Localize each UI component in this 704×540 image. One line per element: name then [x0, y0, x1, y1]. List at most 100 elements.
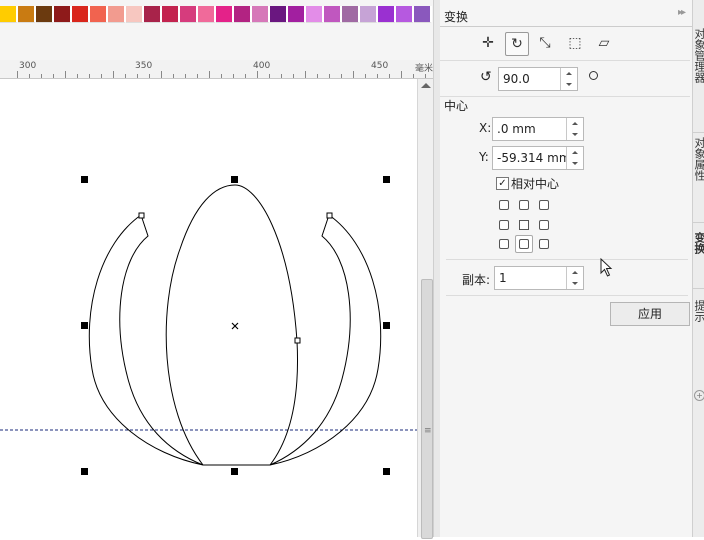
center-y-spinner[interactable]	[566, 147, 583, 169]
spin-down-arrow-icon[interactable]	[567, 129, 583, 140]
selection-handle-top[interactable]	[231, 176, 238, 183]
palette-swatch[interactable]	[90, 6, 108, 23]
selection-handle-left[interactable]	[81, 322, 88, 329]
palette-swatch[interactable]	[360, 6, 378, 23]
spin-up-arrow-icon[interactable]	[567, 147, 583, 158]
right-petal-shape[interactable]	[269, 214, 382, 466]
palette-swatch[interactable]	[162, 6, 180, 23]
spin-down-arrow-icon[interactable]	[561, 79, 577, 90]
divider	[446, 259, 688, 260]
palette-swatch[interactable]	[342, 6, 360, 23]
selection-handle-top-left[interactable]	[81, 176, 88, 183]
palette-swatch[interactable]	[396, 6, 414, 23]
rotation-angle-input[interactable]: 90.0	[498, 67, 578, 91]
palette-swatch[interactable]	[324, 6, 342, 23]
selection-handle-bottom-right[interactable]	[383, 468, 390, 475]
lotus-drawing[interactable]	[0, 79, 417, 537]
anchor-middle-right[interactable]	[539, 220, 549, 230]
palette-swatch[interactable]	[0, 6, 18, 23]
palette-swatch[interactable]	[252, 6, 270, 23]
ruler-tick	[113, 71, 114, 78]
selection-handle-right[interactable]	[383, 322, 390, 329]
position-button[interactable]: ✛	[477, 32, 499, 54]
palette-swatch[interactable]	[126, 6, 144, 23]
palette-swatch[interactable]	[198, 6, 216, 23]
docker-collapse-icon[interactable]: ▸▸	[678, 7, 686, 18]
palette-swatch[interactable]	[108, 6, 126, 23]
palette-swatch[interactable]	[378, 6, 396, 23]
palette-swatch[interactable]	[216, 6, 234, 23]
skew-button[interactable]: ▱	[593, 32, 615, 54]
ruler-tick	[341, 74, 342, 78]
color-palette[interactable]	[0, 6, 432, 26]
palette-swatch[interactable]	[414, 6, 432, 23]
scroll-grip-icon: ≡	[424, 426, 432, 436]
ruler-tick	[245, 74, 246, 78]
anchor-top-left[interactable]	[499, 200, 509, 210]
palette-swatch[interactable]	[306, 6, 324, 23]
tab-object-properties[interactable]: 对象属性	[693, 137, 704, 217]
anchor-middle-left[interactable]	[499, 220, 509, 230]
docker-title: 变换	[444, 10, 469, 24]
palette-swatch[interactable]	[144, 6, 162, 23]
divider	[693, 222, 704, 223]
palette-swatch[interactable]	[270, 6, 288, 23]
copies-value[interactable]: 1	[495, 267, 566, 289]
anchor-bottom-left[interactable]	[499, 239, 509, 249]
rotate-button[interactable]: ↻	[505, 32, 529, 56]
scale-button[interactable]: ⤡	[534, 32, 556, 54]
ruler-tick	[185, 74, 186, 78]
spin-down-arrow-icon[interactable]	[567, 278, 583, 289]
center-y-input[interactable]: -59.314 mm	[492, 146, 584, 170]
anchor-center[interactable]	[519, 220, 529, 230]
node-handle[interactable]	[138, 212, 145, 219]
ruler-tick	[209, 71, 210, 78]
node-handle[interactable]	[294, 337, 301, 344]
spin-up-arrow-icon[interactable]	[561, 68, 577, 79]
center-x-value[interactable]: .0 mm	[493, 118, 566, 140]
spin-down-arrow-icon[interactable]	[567, 158, 583, 169]
add-tab-icon[interactable]: +	[694, 390, 704, 401]
scroll-up-arrow-icon[interactable]	[421, 83, 431, 88]
center-y-value[interactable]: -59.314 mm	[493, 147, 566, 169]
palette-swatch[interactable]	[288, 6, 306, 23]
center-marker-icon[interactable]	[231, 322, 239, 330]
node-handle[interactable]	[326, 212, 333, 219]
palette-swatch[interactable]	[18, 6, 36, 23]
rotation-spinner[interactable]	[560, 68, 577, 90]
center-petal-shape[interactable]	[165, 184, 298, 466]
rotation-angle-value[interactable]: 90.0	[499, 68, 560, 90]
size-button[interactable]: ⬚	[564, 32, 586, 54]
palette-swatch[interactable]	[180, 6, 198, 23]
center-x-input[interactable]: .0 mm	[492, 117, 584, 141]
tab-hints[interactable]: 提示	[693, 300, 704, 350]
palette-swatch[interactable]	[72, 6, 90, 23]
left-petal-shape[interactable]	[88, 214, 204, 466]
palette-swatch[interactable]	[234, 6, 252, 23]
size-icon: ⬚	[568, 35, 582, 51]
spin-up-arrow-icon[interactable]	[567, 118, 583, 129]
center-x-spinner[interactable]	[566, 118, 583, 140]
tab-object-manager[interactable]: 对象管理器	[693, 28, 704, 128]
tab-transform[interactable]: 变换	[693, 232, 704, 282]
selection-handle-bottom-left[interactable]	[81, 468, 88, 475]
copies-input[interactable]: 1	[494, 266, 584, 290]
apply-button[interactable]: 应用	[610, 302, 690, 326]
relative-center-checkbox[interactable]: ✓	[496, 177, 509, 190]
anchor-top-right[interactable]	[539, 200, 549, 210]
ruler-tick	[281, 74, 282, 78]
palette-swatch[interactable]	[36, 6, 54, 23]
anchor-top-center[interactable]	[519, 200, 529, 210]
selection-handle-bottom[interactable]	[231, 468, 238, 475]
selection-handle-top-right[interactable]	[383, 176, 390, 183]
scroll-thumb[interactable]: ≡	[421, 279, 433, 539]
degree-circle-icon	[589, 71, 598, 80]
palette-swatch[interactable]	[54, 6, 72, 23]
vertical-scrollbar[interactable]: ≡	[417, 79, 434, 539]
spin-up-arrow-icon[interactable]	[567, 267, 583, 278]
copies-spinner[interactable]	[566, 267, 583, 289]
anchor-bottom-center[interactable]	[519, 239, 529, 249]
drawing-canvas[interactable]	[0, 79, 417, 537]
anchor-bottom-right[interactable]	[539, 239, 549, 249]
scale-icon: ⤡	[539, 35, 551, 51]
